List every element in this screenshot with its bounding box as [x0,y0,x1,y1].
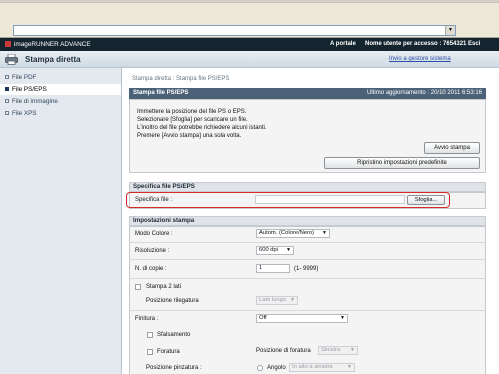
offset-checkbox[interactable] [147,332,153,338]
printer-icon [5,54,18,65]
last-updated: Ultimo aggiornamento : 20/10 2011 6:53:1… [367,90,482,96]
finishing-label: Finitura : [135,316,159,322]
title-bar: Stampa diretta Invio a gestore sistema [0,51,499,68]
chevron-down-icon: ▼ [286,247,291,253]
corner-select[interactable]: In alto a sinistra ▼ [289,363,355,372]
reset-defaults-button[interactable]: Ripristino impostazioni predefinite [324,157,480,169]
file-section-header: Specifica file PS/EPS [129,182,486,192]
row-divider [130,310,485,311]
instruction-line: L'inoltro del file potrebbe richiedere a… [137,125,267,131]
copies-input[interactable]: 1 [256,264,290,273]
info-header: Stampa file PS/EPS Ultimo aggiornamento … [129,88,486,99]
chevron-down-icon: ▼ [290,297,295,303]
highlight-outline [126,192,450,208]
user-logout-link[interactable]: Nome utente per accesso : 7654321 Esci [365,41,480,47]
file-icon [5,99,9,103]
sidebar-item-pdf[interactable]: File PDF [0,72,121,83]
row-divider [130,259,485,260]
sidebar-item-label: File XPS [12,110,37,117]
offset-label: Sfalsamento [157,332,191,338]
file-icon [5,75,9,79]
binding-select[interactable]: Lato lungo ▼ [256,296,298,305]
row-divider [130,278,485,279]
sidebar-item-label: File PDF [12,74,37,81]
file-icon [5,111,9,115]
breadcrumb: Stampa diretta : Stampa file PS/EPS [132,76,230,82]
resolution-select[interactable]: 600 dpi ▼ [256,246,294,255]
finishing-select[interactable]: Off ▼ [256,314,348,323]
punch-position-select[interactable]: Sinistra ▼ [318,346,358,355]
corner-value: In alto a sinistra [292,364,333,370]
binding-value: Lato lungo [259,297,287,303]
color-mode-value: Autom. (Colore/Nero) [259,230,315,236]
instruction-line: Immettere la posizione del file PS o EPS… [137,109,247,115]
address-bar[interactable]: ▼ [13,25,456,36]
sidebar-item-label: File di immagine [12,98,58,105]
instruction-line: Selezionare [Sfoglia] per scaricare un f… [137,117,248,123]
duplex-label: Stampa 2 lati [146,284,182,290]
instruction-line: Premere [Avvio stampa] una sola volta. [137,133,242,139]
punch-label: Foratura [157,349,180,355]
chevron-down-icon: ▼ [347,364,352,370]
corner-label: Angolo [267,365,286,371]
settings-section-header: Impostazioni stampa [129,216,486,226]
app-header: imageRUNNER ADVANCE A portale Nome utent… [0,38,499,51]
color-mode-select[interactable]: Autom. (Colore/Nero) ▼ [256,229,330,238]
sidebar-item-ps-eps[interactable]: File PS/EPS [0,84,121,95]
punch-checkbox[interactable] [147,349,153,355]
chevron-down-icon: ▼ [350,347,355,353]
instructions-panel: Immettere la posizione del file PS o EPS… [129,99,486,173]
canon-logo-icon [5,41,11,47]
address-dropdown-icon[interactable]: ▼ [445,26,455,35]
resolution-label: Risoluzione : [135,248,170,254]
info-title: Stampa file PS/EPS [133,90,189,96]
finishing-value: Off [259,315,267,321]
portal-link[interactable]: A portale [330,41,356,47]
browser-toolbar: ▼ [0,0,499,38]
corner-radio[interactable] [257,365,263,371]
browser-top-edge [0,0,499,3]
file-icon [5,87,9,91]
sidebar-item-label: File PS/EPS [12,86,47,93]
binding-label: Posizione rilegatura [146,298,199,304]
copies-range: (1- 9999) [294,266,319,272]
duplex-checkbox[interactable] [135,284,141,290]
chevron-down-icon: ▼ [340,315,345,321]
color-mode-label: Modo Colore : [135,231,173,237]
sidebar-item-xps[interactable]: File XPS [0,108,121,119]
system-manager-link[interactable]: Invio a gestore sistema [389,56,451,62]
resolution-value: 600 dpi [259,247,279,253]
copies-label: N. di copie : [135,266,167,272]
app-name: imageRUNNER ADVANCE [14,41,91,48]
chevron-down-icon: ▼ [322,230,327,236]
start-print-button[interactable]: Avvio stampa [424,142,480,154]
page-title: Stampa diretta [25,55,81,64]
sidebar: File PDF File PS/EPS File di immagine Fi… [0,68,122,374]
punch-position-label: Posizione di foratura [256,348,311,354]
punch-position-value: Sinistra [321,347,341,353]
staple-label: Posizione pinzatura : [146,365,202,371]
sidebar-item-image[interactable]: File di immagine [0,96,121,107]
row-divider [130,242,485,243]
